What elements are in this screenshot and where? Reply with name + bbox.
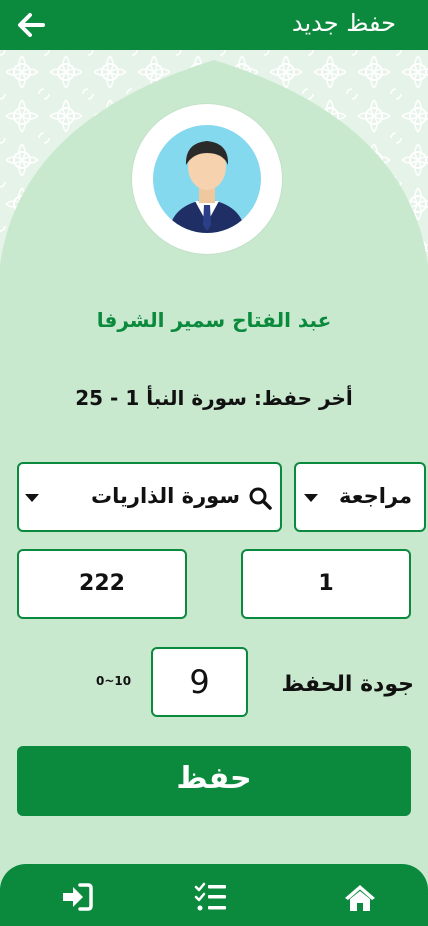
quality-value: 9 [189, 663, 210, 701]
page-title: حفظ جديد [291, 9, 396, 37]
quality-range-hint: 0~10 [96, 674, 132, 688]
verse-from-input[interactable]: 1 [241, 549, 411, 619]
verse-to-value: 222 [79, 571, 125, 596]
avatar [132, 104, 282, 254]
quality-input[interactable]: 9 [151, 647, 248, 717]
home-icon[interactable] [343, 882, 377, 912]
user-avatar-icon [153, 125, 261, 233]
search-icon[interactable] [248, 486, 272, 510]
sign-in-icon[interactable] [60, 882, 94, 912]
chevron-down-icon [25, 494, 39, 502]
verse-to-input[interactable]: 222 [17, 549, 187, 619]
type-select[interactable]: مراجعة [294, 462, 426, 532]
quality-label: جودة الحفظ [281, 672, 414, 697]
last-memorization-info: أخر حفظ: سورة النبأ 1 - 25 [75, 386, 353, 410]
chevron-down-icon [304, 494, 318, 502]
save-button[interactable]: حفظ [17, 746, 411, 816]
bottom-navigation [0, 864, 428, 926]
app-header: حفظ جديد [0, 0, 428, 50]
arrow-left-icon[interactable] [16, 12, 46, 38]
student-name: عبد الفتاح سمير الشرفا [96, 308, 332, 332]
type-select-value: مراجعة [339, 484, 412, 508]
verse-from-value: 1 [318, 571, 334, 596]
surah-select-value: سورة الذاريات [91, 484, 240, 508]
surah-select[interactable]: سورة الذاريات [17, 462, 282, 532]
checklist-icon[interactable] [194, 882, 228, 912]
